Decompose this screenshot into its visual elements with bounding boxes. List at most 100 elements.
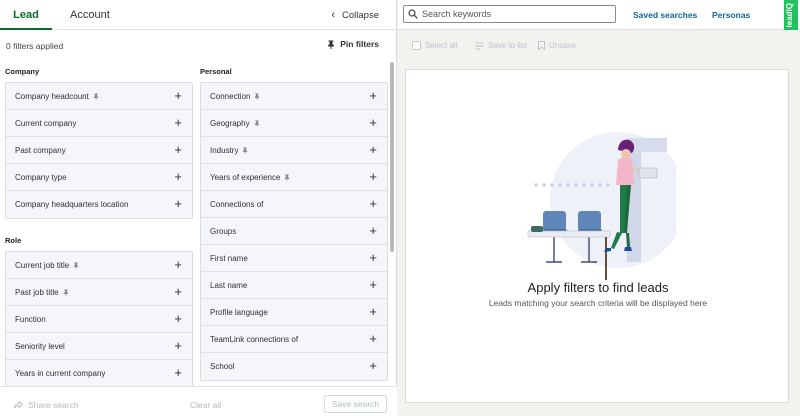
plus-icon[interactable]: + xyxy=(174,170,182,183)
plus-icon[interactable]: + xyxy=(369,359,377,372)
pin-icon xyxy=(63,289,69,298)
pin-icon xyxy=(73,262,79,271)
plus-icon[interactable]: + xyxy=(369,89,377,102)
filter-label: First name xyxy=(210,254,248,263)
save-search-button[interactable]: Save search xyxy=(324,395,387,413)
plus-icon[interactable]: + xyxy=(174,143,182,156)
chevron-left-icon: ‹ xyxy=(331,9,336,21)
filter-company-hq-location[interactable]: Company headquarters location + xyxy=(6,191,192,218)
select-all-checkbox[interactable]: Select all xyxy=(412,41,457,50)
plus-icon[interactable]: + xyxy=(369,251,377,264)
empty-state-title: Apply filters to find leads xyxy=(527,280,669,295)
plus-icon[interactable]: + xyxy=(369,170,377,183)
share-search-button[interactable]: Share search xyxy=(14,400,79,410)
collapse-label: Collapse xyxy=(342,10,379,21)
plus-icon[interactable]: + xyxy=(369,116,377,129)
plus-icon[interactable]: + xyxy=(174,339,182,352)
filter-label: Connection xyxy=(210,92,251,101)
filter-group-company: Company headcount + Current company + Past… xyxy=(5,82,193,219)
filter-footer: Share search Clear all Save search xyxy=(0,386,397,416)
filter-label: Company headquarters location xyxy=(15,200,129,209)
filter-school[interactable]: School + xyxy=(201,353,387,380)
filter-current-job-title[interactable]: Current job title + xyxy=(6,252,192,279)
select-all-label: Select all xyxy=(425,41,458,50)
filter-group-role: Current job title + Past job title + Funct… xyxy=(5,251,193,388)
filter-label: TeamLink connections of xyxy=(210,335,299,344)
tab-lead[interactable]: Lead xyxy=(0,0,52,30)
save-to-list-button[interactable]: Save to list xyxy=(475,41,527,50)
plus-icon[interactable]: + xyxy=(174,89,182,102)
filter-last-name[interactable]: Last name + xyxy=(201,272,387,299)
filter-current-company[interactable]: Current company + xyxy=(6,110,192,137)
search-box[interactable] xyxy=(403,5,616,23)
filter-label: Function xyxy=(15,315,46,324)
filter-years-in-current-company[interactable]: Years in current company + xyxy=(6,360,192,387)
clear-all-button[interactable]: Clear all xyxy=(190,400,221,410)
unsave-button[interactable]: Unsave xyxy=(538,41,576,51)
bulk-actions-bar: Select all Save to list Unsave xyxy=(398,30,800,62)
filter-company-type[interactable]: Company type + xyxy=(6,164,192,191)
save-to-list-label: Save to list xyxy=(488,41,528,50)
filter-years-of-experience[interactable]: Years of experience + xyxy=(201,164,387,191)
tab-account[interactable]: Account xyxy=(70,0,110,30)
section-title-company: Company xyxy=(5,67,40,76)
pin-filters-button[interactable]: Pin filters xyxy=(327,39,379,49)
filter-label: Last name xyxy=(210,281,248,290)
saved-searches-link[interactable]: Saved searches xyxy=(633,10,697,20)
filter-connection[interactable]: Connection + xyxy=(201,83,387,110)
filter-first-name[interactable]: First name + xyxy=(201,245,387,272)
filter-groups[interactable]: Groups + xyxy=(201,218,387,245)
plus-icon[interactable]: + xyxy=(174,116,182,129)
filter-label: Groups xyxy=(210,227,237,236)
filter-seniority-level[interactable]: Seniority level + xyxy=(6,333,192,360)
filter-label: School xyxy=(210,362,235,371)
filter-function[interactable]: Function + xyxy=(6,306,192,333)
filters-count: 0 filters applied xyxy=(6,41,64,51)
filter-geography[interactable]: Geography + xyxy=(201,110,387,137)
plus-icon[interactable]: + xyxy=(369,224,377,237)
search-icon xyxy=(408,9,418,19)
share-search-label: Share search xyxy=(28,400,79,410)
filter-past-job-title[interactable]: Past job title + xyxy=(6,279,192,306)
collapse-button[interactable]: ‹ Collapse xyxy=(331,0,379,30)
checkbox-icon xyxy=(412,41,421,50)
plus-icon[interactable]: + xyxy=(174,197,182,210)
list-icon xyxy=(475,42,484,50)
filter-label: Current job title xyxy=(15,261,70,270)
section-title-personal: Personal xyxy=(200,67,232,76)
filter-label: Past company xyxy=(15,146,66,155)
filter-column-left: Company Company headcount + Current compa… xyxy=(5,62,193,388)
empty-state-subtitle: Leads matching your search criteria will… xyxy=(488,298,708,308)
filter-label: Current company xyxy=(15,119,77,128)
filter-group-personal: Connection + Geography + Industry + Years o… xyxy=(200,82,388,381)
search-input[interactable] xyxy=(422,7,612,21)
personas-link[interactable]: Personas xyxy=(712,10,750,20)
pin-icon xyxy=(254,120,260,129)
plus-icon[interactable]: + xyxy=(369,305,377,318)
plus-icon[interactable]: + xyxy=(174,312,182,325)
pin-filters-label: Pin filters xyxy=(340,39,379,49)
filter-past-company[interactable]: Past company + xyxy=(6,137,192,164)
filter-company-headcount[interactable]: Company headcount + xyxy=(6,83,192,110)
filter-label: Years of experience xyxy=(210,173,281,182)
share-icon xyxy=(14,400,24,409)
filter-label: Years in current company xyxy=(15,369,106,378)
filter-profile-language[interactable]: Profile language + xyxy=(201,299,387,326)
plus-icon[interactable]: + xyxy=(369,332,377,345)
filter-scrollbar[interactable] xyxy=(390,62,394,252)
plus-icon[interactable]: + xyxy=(369,278,377,291)
filter-teamlink-connections-of[interactable]: TeamLink connections of + xyxy=(201,326,387,353)
filter-label: Profile language xyxy=(210,308,268,317)
filter-label: Industry xyxy=(210,146,239,155)
filter-industry[interactable]: Industry + xyxy=(201,137,387,164)
filter-label: Seniority level xyxy=(15,342,65,351)
plus-icon[interactable]: + xyxy=(174,285,182,298)
filter-connections-of[interactable]: Connections of + xyxy=(201,191,387,218)
badge-label: leadIQ xyxy=(785,3,794,28)
plus-icon[interactable]: + xyxy=(174,366,182,379)
filters-bar: 0 filters applied Pin filters xyxy=(0,30,397,62)
filter-panel: Lead Account ‹ Collapse 0 filters applied… xyxy=(0,0,397,416)
plus-icon[interactable]: + xyxy=(369,143,377,156)
plus-icon[interactable]: + xyxy=(369,197,377,210)
plus-icon[interactable]: + xyxy=(174,258,182,271)
